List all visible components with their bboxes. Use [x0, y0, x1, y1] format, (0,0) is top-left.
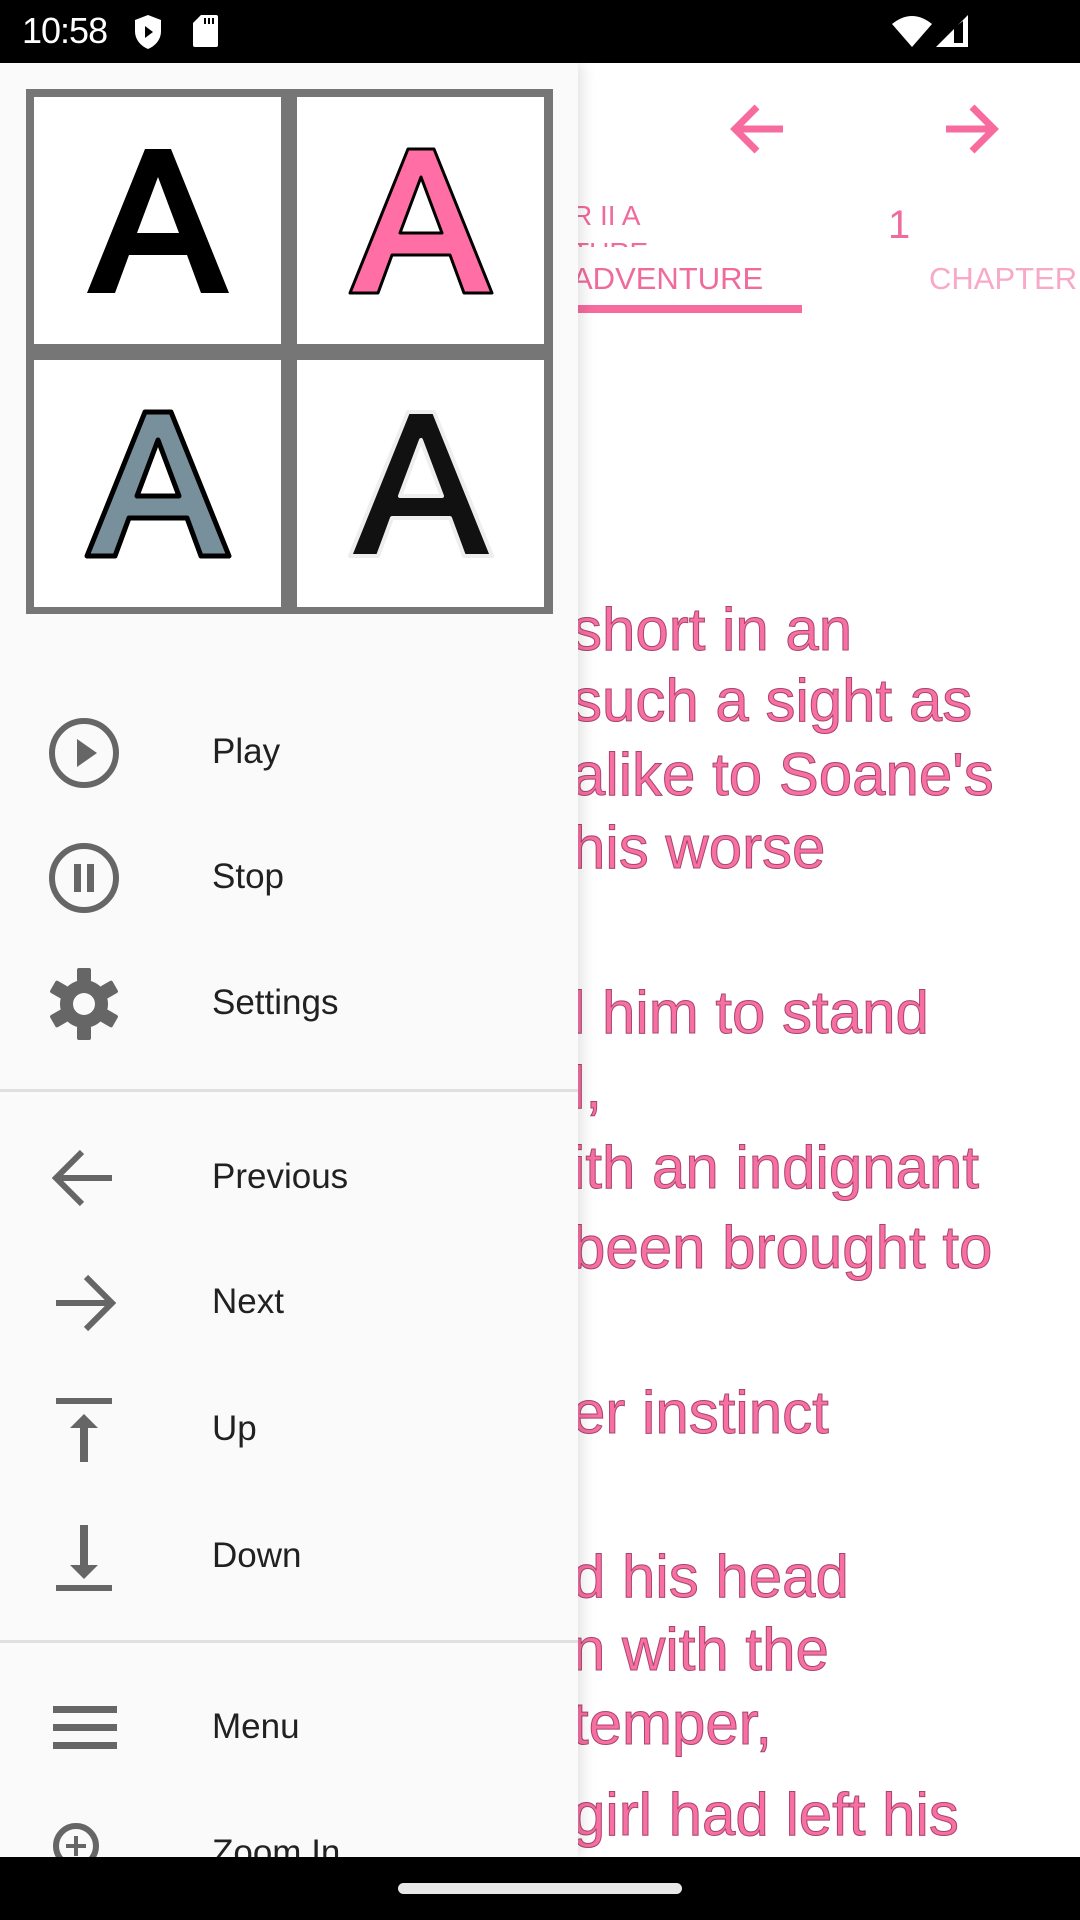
- letter-a-gray-icon: [84, 409, 231, 558]
- text-line: d his head: [572, 1543, 850, 1610]
- chapter-title-overflow: TURE: [572, 239, 648, 247]
- menu-item-zoom-in[interactable]: Zoom In: [0, 1799, 578, 1857]
- text-line: er instinct: [572, 1379, 830, 1446]
- status-time: 10:58: [22, 10, 108, 51]
- menu-label: Stop: [212, 857, 284, 896]
- text-line: his worse: [571, 814, 826, 881]
- chapter-title: R II A: [572, 200, 641, 231]
- tab-selected-indicator: [572, 305, 802, 313]
- status-bar: 10:58: [0, 0, 1080, 63]
- text-line: girl had left his: [572, 1781, 960, 1848]
- divider: [0, 1089, 578, 1092]
- text-line: n with the: [572, 1616, 830, 1683]
- gear-icon: [50, 968, 118, 1040]
- navigation-drawer: Play Stop Settings Previous Next Up Down…: [0, 63, 578, 1857]
- arrow-down-to-bottom-icon: [56, 1525, 112, 1591]
- sd-card-icon: [193, 15, 218, 47]
- menu-item-next[interactable]: Next: [0, 1248, 578, 1358]
- style-option-black-halo[interactable]: [297, 360, 544, 607]
- menu-label: Settings: [212, 983, 339, 1022]
- menu-icon: [53, 1706, 117, 1749]
- tab-adventure[interactable]: ADVENTURE: [572, 261, 763, 297]
- text-style-grid: [26, 89, 553, 614]
- system-nav-bar: [0, 1857, 1080, 1920]
- zoom-in-icon: [53, 1823, 99, 1857]
- menu-item-play[interactable]: Play: [0, 698, 578, 808]
- menu-label: Next: [212, 1282, 284, 1321]
- style-option-gray-outlined[interactable]: [34, 360, 281, 607]
- pause-circle-icon: [49, 843, 119, 913]
- style-option-pink-outlined[interactable]: [297, 97, 544, 344]
- home-gesture-handle[interactable]: [398, 1883, 682, 1894]
- menu-item-stop[interactable]: Stop: [0, 823, 578, 933]
- wifi-icon: [892, 16, 932, 47]
- menu-item-previous[interactable]: Previous: [0, 1123, 578, 1233]
- arrow-left-icon: [51, 1149, 112, 1207]
- divider: [0, 1640, 578, 1643]
- menu-label: Menu: [212, 1707, 300, 1746]
- menu-label: Down: [212, 1536, 302, 1575]
- letter-a-black-icon: [86, 148, 229, 293]
- text-line: alike to Soane's: [572, 741, 995, 808]
- text-line: been brought to: [571, 1214, 993, 1281]
- play-circle-icon: [49, 718, 119, 788]
- arrow-right-icon: [56, 1274, 117, 1332]
- text-line: ith an indignant: [572, 1134, 980, 1201]
- cell-signal-icon: [936, 15, 968, 47]
- menu-label: Previous: [212, 1157, 349, 1196]
- menu-label: Up: [212, 1409, 257, 1448]
- text-line: temper,: [571, 1690, 773, 1757]
- letter-a-pink-icon: [348, 147, 493, 294]
- text-line: such a sight as: [571, 667, 973, 734]
- menu-item-menu[interactable]: Menu: [0, 1673, 578, 1783]
- arrow-right-icon[interactable]: [942, 99, 1002, 159]
- tab-chapter[interactable]: CHAPTER: [929, 261, 1077, 297]
- style-option-plain-black[interactable]: [34, 97, 281, 344]
- text-line: l him to stand: [572, 979, 930, 1046]
- shield-play-icon: [135, 15, 161, 49]
- letter-a-halo-icon: [347, 409, 494, 558]
- arrow-up-to-top-icon: [56, 1398, 112, 1462]
- menu-label: Play: [212, 732, 281, 771]
- text-line: short in an: [571, 596, 853, 663]
- menu-label: Zoom In: [212, 1833, 341, 1857]
- menu-item-up[interactable]: Up: [0, 1375, 578, 1485]
- menu-item-settings[interactable]: Settings: [0, 949, 578, 1059]
- arrow-left-icon[interactable]: [727, 99, 787, 159]
- menu-item-down[interactable]: Down: [0, 1502, 578, 1612]
- page-number: 1: [888, 203, 911, 247]
